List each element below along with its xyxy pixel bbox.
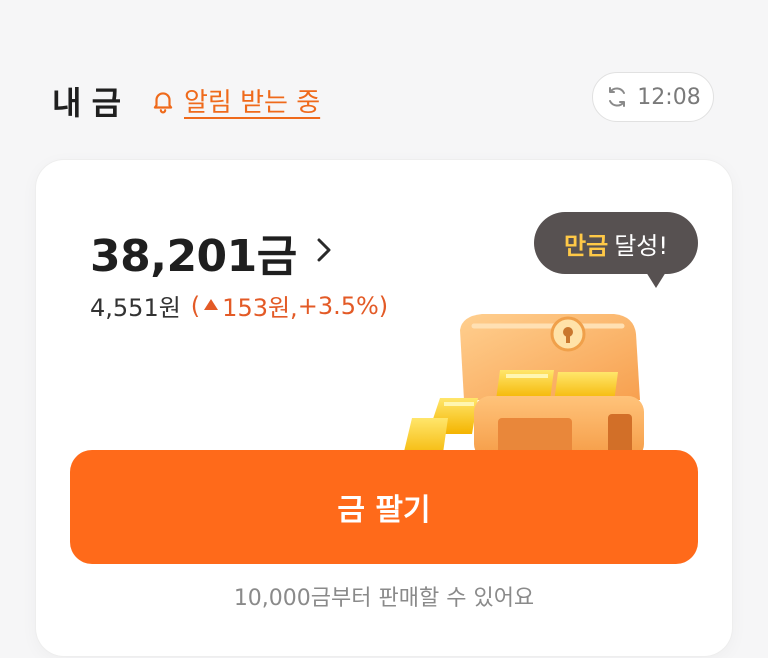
update-time: 12:08 bbox=[637, 84, 701, 110]
gold-amount: 38,201금 bbox=[90, 231, 297, 282]
page-title: 내 금 bbox=[52, 84, 121, 122]
alert-label: 알림 받는 중 bbox=[184, 88, 321, 118]
change-open-paren: ( bbox=[190, 291, 201, 320]
change-indicator: ( 153원, +3.5% ) bbox=[191, 288, 388, 323]
gold-treasure-chest-illustration bbox=[402, 314, 644, 460]
refresh-icon bbox=[609, 87, 626, 107]
page: 내 금 알림 받는 중 12:08 38,201금 4,551원 (153원,… bbox=[0, 0, 768, 658]
achievement-highlight: 만금 bbox=[564, 231, 609, 260]
value-row: 4,551원 ( 153원, +3.5% ) bbox=[90, 288, 388, 323]
sell-gold-button[interactable]: 금 팔기 bbox=[70, 450, 698, 564]
gold-value: 4,551원 bbox=[90, 294, 181, 322]
sell-minimum-note: 10,000금부터 판매할 수 있어요 bbox=[233, 586, 535, 611]
header: 내 금 알림 받는 중 12:08 bbox=[0, 0, 768, 150]
gold-holding-card: 38,201금 4,551원 ( 153원, +3.5% ) 만금 달성! 금 … bbox=[36, 160, 732, 656]
chevron-right-icon bbox=[313, 235, 335, 269]
change-percent: +3.5% bbox=[297, 291, 379, 320]
alert-toggle-link[interactable]: 알림 받는 중 bbox=[150, 82, 320, 119]
bell-icon bbox=[153, 91, 173, 113]
achievement-text: 달성! bbox=[614, 231, 668, 260]
achievement-badge: 만금 달성! bbox=[534, 212, 698, 274]
achievement-badge-tail bbox=[646, 272, 666, 288]
gold-amount-link[interactable]: 38,201금 bbox=[90, 220, 335, 284]
triangle-up-icon bbox=[204, 299, 219, 310]
refresh-time-button[interactable]: 12:08 bbox=[592, 72, 714, 122]
change-amount: 153원, bbox=[222, 294, 298, 322]
